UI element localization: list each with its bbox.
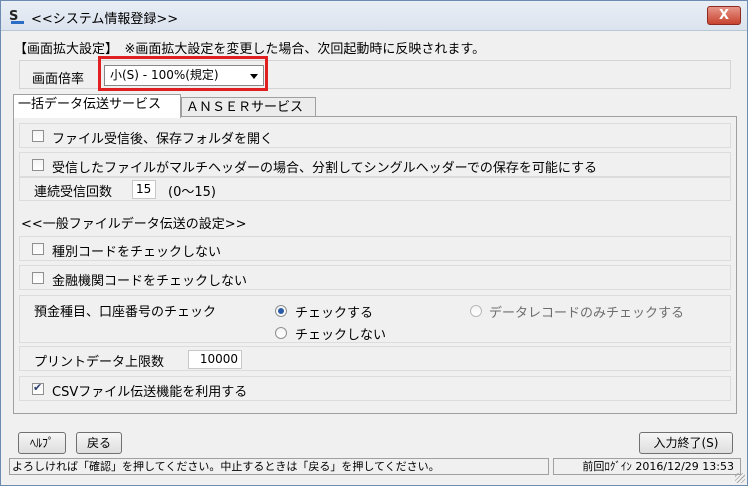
continuous-input[interactable]: 15 bbox=[132, 180, 156, 199]
radio-check-label: チェックする bbox=[295, 306, 374, 321]
section-title: <<一般ファイルデータ伝送の設定>> bbox=[21, 217, 247, 232]
bank-code-checkbox[interactable] bbox=[32, 272, 44, 284]
last-login: 前回ﾛｸﾞｲﾝ 2016/12/29 13:53 bbox=[553, 458, 741, 475]
radio-record-only-label: データレコードのみチェックする bbox=[489, 306, 685, 321]
continuous-label: 連続受信回数 bbox=[34, 185, 113, 200]
multi-header-checkbox[interactable] bbox=[32, 159, 44, 171]
type-code-label: 種別コードをチェックしない bbox=[52, 245, 222, 260]
bank-code-label: 金融機関コードをチェックしない bbox=[52, 274, 248, 289]
print-limit-label: プリントデータ上限数 bbox=[34, 355, 165, 370]
csv-row: CSVファイル伝送機能を利用する bbox=[19, 376, 731, 401]
continuous-row: 連続受信回数 15 (0～15) bbox=[19, 177, 731, 201]
multi-header-row: 受信したファイルがマルチヘッダーの場合、分割してシングルヘッダーでの保存を可能に… bbox=[19, 152, 731, 177]
app-icon: S bbox=[9, 9, 25, 24]
radio-record-only[interactable] bbox=[470, 305, 482, 317]
status-bar: よろしければ「確認」を押してください。中止するときは「戻る」を押してください。 … bbox=[9, 458, 741, 475]
back-button[interactable]: 戻る bbox=[76, 432, 122, 454]
open-folder-checkbox[interactable] bbox=[32, 130, 44, 142]
help-button[interactable]: ﾍﾙﾌﾟ bbox=[18, 432, 66, 454]
radio-nocheck[interactable] bbox=[275, 327, 287, 339]
multi-header-label: 受信したファイルがマルチヘッダーの場合、分割してシングルヘッダーでの保存を可能に… bbox=[52, 161, 597, 176]
account-check-label: 預金種目、口座番号のチェック bbox=[34, 305, 217, 320]
title-bar: S <<システム情報登録>> X bbox=[1, 1, 747, 31]
window-title: <<システム情報登録>> bbox=[31, 12, 179, 27]
zoom-note: 【画面拡大設定】 ※画面拡大設定を変更した場合、次回起動時に反映されます。 bbox=[14, 42, 486, 57]
csv-label: CSVファイル伝送機能を利用する bbox=[52, 385, 248, 400]
print-limit-input[interactable]: 10000 bbox=[188, 350, 242, 369]
bank-code-row: 金融機関コードをチェックしない bbox=[19, 265, 731, 290]
tab-panel-bulk: ファイル受信後、保存フォルダを開く 受信したファイルがマルチヘッダーの場合、分割… bbox=[13, 116, 737, 414]
account-check-row: 預金種目、口座番号のチェック チェックする データレコードのみチェックする チェ… bbox=[19, 295, 731, 343]
open-folder-row: ファイル受信後、保存フォルダを開く bbox=[19, 123, 731, 148]
continuous-range: (0～15) bbox=[168, 185, 216, 200]
system-info-window: S <<システム情報登録>> X 【画面拡大設定】 ※画面拡大設定を変更した場合… bbox=[0, 0, 748, 486]
close-button[interactable]: X bbox=[707, 6, 741, 25]
radio-check[interactable] bbox=[275, 305, 287, 317]
highlight-box bbox=[98, 56, 268, 91]
type-code-checkbox[interactable] bbox=[32, 243, 44, 255]
print-limit-row: プリントデータ上限数 10000 bbox=[19, 346, 731, 371]
tab-bulk-transfer[interactable]: 一括データ伝送サービス bbox=[13, 94, 181, 118]
type-code-row: 種別コードをチェックしない bbox=[19, 236, 731, 261]
zoom-label: 画面倍率 bbox=[32, 72, 85, 87]
open-folder-label: ファイル受信後、保存フォルダを開く bbox=[52, 132, 274, 147]
resize-grip-icon[interactable] bbox=[735, 473, 745, 483]
status-message: よろしければ「確認」を押してください。中止するときは「戻る」を押してください。 bbox=[9, 458, 549, 475]
radio-nocheck-label: チェックしない bbox=[295, 328, 387, 343]
finish-button[interactable]: 入力終了(S) bbox=[639, 432, 733, 454]
csv-checkbox[interactable] bbox=[32, 381, 44, 395]
